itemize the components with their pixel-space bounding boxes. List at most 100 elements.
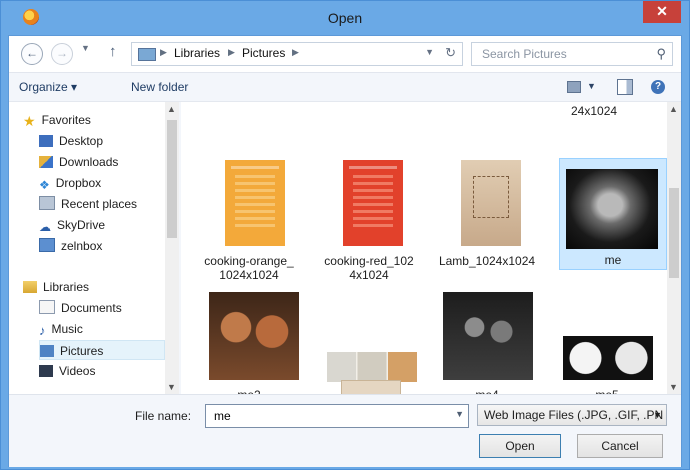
pictures-icon [40,345,54,357]
nav-item-label: Pictures [60,344,104,358]
breadcrumb-libraries[interactable]: Libraries [174,46,220,60]
partial-file-label: 24x1024 [571,104,618,118]
nav-item-label: SkyDrive [57,218,106,232]
preview-pane-icon[interactable] [617,79,633,95]
file-list: 24x1024 cooking-orange_ 1024x1024 cookin… [181,102,681,402]
navigation-pane: ★ Favorites Desktop Downloads ❖ Dropbox Re… [9,102,179,394]
file-type-value: Web Image Files (.JPG, .GIF, .PN [484,408,664,422]
help-icon[interactable]: ? [651,80,665,94]
nav-item-label: Documents [61,301,122,315]
music-icon: ♪ [39,323,46,338]
scroll-down-arrow-icon[interactable]: ▼ [669,382,678,392]
nav-libraries-label: Libraries [43,280,90,294]
breadcrumb-chevron-icon[interactable]: ▶ [160,47,167,58]
file-tile-selected[interactable]: me [559,158,667,270]
file-name: me [604,253,622,267]
file-tile[interactable]: Lamb_1024x1024 [433,142,541,270]
file-tile[interactable]: me2 [195,292,303,402]
monkey-thumbnail [566,169,658,249]
nav-item-label: zelnbox [61,239,103,253]
videos-icon [39,365,53,377]
orangutan-thumbnail [209,292,299,380]
nav-item-label: Desktop [59,134,104,148]
recent-places-icon [39,196,55,210]
zelnbox-icon [39,238,55,252]
nav-item-documents[interactable]: Documents [39,298,177,318]
library-icon [138,48,156,61]
file-tile[interactable]: me3 [315,292,423,402]
nav-item-skydrive[interactable]: ☁ SkyDrive [39,215,177,235]
address-bar: ← → ▼ ↑ ▶ Libraries ▶ Pictures ▶ ▼ ↻ ⚲ [9,36,681,73]
desktop-icon [39,135,53,147]
title-bar[interactable]: Open ✕ [1,1,689,35]
file-tile[interactable]: me5 [553,292,661,402]
nav-scroll-thumb[interactable] [167,120,177,238]
nav-item-zelnbox[interactable]: zelnbox [39,236,177,256]
scroll-up-arrow-icon[interactable]: ▲ [167,104,176,114]
breadcrumb-pictures[interactable]: Pictures [242,46,285,60]
file-name-combobox[interactable]: ▼ [205,404,469,428]
breadcrumb-chevron-icon[interactable]: ▶ [292,47,299,58]
nav-item-label: Downloads [59,155,119,169]
file-name: Lamb_1024x1024 [438,254,536,268]
nav-item-dropbox[interactable]: ❖ Dropbox [39,173,177,193]
lamb-thumbnail [461,160,521,246]
dialog-client: ← → ▼ ↑ ▶ Libraries ▶ Pictures ▶ ▼ ↻ ⚲ O… [8,35,682,467]
cancel-button[interactable]: Cancel [577,434,663,458]
back-button[interactable]: ← [21,43,43,65]
refresh-icon[interactable]: ↻ [445,45,456,61]
file-list-scrollbar[interactable]: ▲ ▼ [667,102,681,394]
nav-item-recent-places[interactable]: Recent places [39,194,177,214]
file-tile[interactable]: cooking-red_102 4x1024 [315,142,423,282]
file-list-scroll-thumb[interactable] [669,188,679,278]
nav-item-desktop[interactable]: Desktop [39,131,177,151]
recent-locations-chevron-icon[interactable]: ▼ [81,43,90,53]
file-name: cooking-orange_ 1024x1024 [204,254,294,282]
file-type-dropdown-icon[interactable]: ▼ [653,405,662,425]
panda-thumbnail [563,336,653,380]
nav-item-music[interactable]: ♪ Music [39,319,177,339]
libraries-icon [23,281,37,293]
path-dropdown-icon[interactable]: ▼ [425,47,434,57]
downloads-icon [39,156,53,168]
search-icon[interactable]: ⚲ [656,46,666,62]
search-input[interactable] [480,46,644,62]
cooking-red-thumbnail [343,160,403,246]
dialog-title: Open [327,10,363,26]
nav-item-pictures[interactable]: Pictures [39,340,165,360]
nav-libraries[interactable]: Libraries [23,277,161,297]
file-tile[interactable]: cooking-orange_ 1024x1024 [195,142,303,282]
scroll-down-arrow-icon[interactable]: ▼ [167,382,176,392]
file-name-input[interactable] [212,408,446,424]
breadcrumb-chevron-icon[interactable]: ▶ [228,47,235,58]
file-name: cooking-red_102 4x1024 [324,254,414,282]
nav-item-videos[interactable]: Videos [39,361,177,381]
dropbox-icon: ❖ [39,178,50,192]
documents-icon [39,300,55,314]
file-type-select[interactable]: Web Image Files (.JPG, .GIF, .PN ▼ [477,404,667,426]
forward-button[interactable]: → [51,43,73,65]
file-tile[interactable]: me4 [433,292,541,402]
nav-scrollbar[interactable]: ▲ ▼ [165,102,179,394]
file-name-label: File name: [135,409,192,423]
tigers-thumbnail [327,352,417,382]
nav-item-label: Videos [59,364,96,378]
new-folder-button[interactable]: New folder [131,80,188,94]
view-options-chevron-icon[interactable]: ▼ [587,81,596,91]
path-box[interactable]: ▶ Libraries ▶ Pictures ▶ ▼ ↻ [131,42,463,66]
up-button[interactable]: ↑ [109,43,117,60]
open-button[interactable]: Open [479,434,561,458]
scroll-up-arrow-icon[interactable]: ▲ [669,104,678,114]
close-button[interactable]: ✕ [643,1,681,23]
nav-item-label: Dropbox [55,176,102,190]
organize-button[interactable]: Organize ▾ [19,80,77,94]
nav-item-label: Music [51,322,83,336]
skydrive-icon: ☁ [39,220,51,234]
dialog-footer: File name: ▼ Web Image Files (.JPG, .GIF… [9,394,681,467]
open-dialog: Open ✕ ← → ▼ ↑ ▶ Libraries ▶ Pictures ▶ … [0,0,690,470]
file-name-dropdown-icon[interactable]: ▼ [455,409,464,419]
change-view-icon[interactable] [567,81,581,93]
nav-favorites[interactable]: ★ Favorites [23,110,161,130]
nav-item-downloads[interactable]: Downloads [39,152,177,172]
search-box[interactable]: ⚲ [471,42,673,66]
